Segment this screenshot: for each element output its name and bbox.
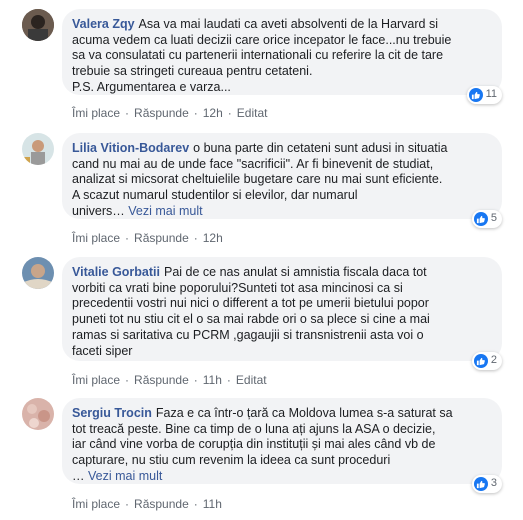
reaction-count[interactable]: 5 xyxy=(471,210,502,228)
reaction-number: 2 xyxy=(490,354,497,367)
reaction-number: 5 xyxy=(490,212,497,225)
reply-link[interactable]: Răspunde xyxy=(134,106,189,120)
comment-text: acuma vedem ca luati decizii care orice … xyxy=(72,32,452,47)
comment-text: Pai de ce nas anulat si amnistia fiscala… xyxy=(164,265,427,279)
separator-dot: · xyxy=(125,373,130,387)
comment-text: univers… xyxy=(72,203,125,218)
comment-text: puneti tot nu stiu cit el o sa mai rabde… xyxy=(72,312,430,327)
avatar[interactable] xyxy=(22,257,54,289)
separator-dot: · xyxy=(193,373,198,387)
separator-dot: · xyxy=(125,231,130,245)
reaction-count[interactable]: 11 xyxy=(466,86,502,104)
edited-label[interactable]: Editat xyxy=(237,106,268,120)
comment-text: precedentii vostri nui nici o different … xyxy=(72,296,429,311)
like-link[interactable]: Îmi place xyxy=(72,231,120,245)
like-link[interactable]: Îmi place xyxy=(72,106,120,120)
thumbs-up-icon xyxy=(473,354,488,368)
reaction-count[interactable]: 2 xyxy=(471,352,502,370)
thumbs-up-icon xyxy=(468,88,483,102)
comment-actions: Îmi place · Răspunde · 11h · Editat xyxy=(72,373,267,387)
comment-text: Asa va mai laudati ca aveti absolventi d… xyxy=(138,17,439,31)
comment-actions: Îmi place · Răspunde · 12h xyxy=(72,231,223,245)
comment-bubble: Valera Zqy Asa va mai laudati ca aveti ab… xyxy=(62,9,502,104)
timestamp[interactable]: 12h xyxy=(203,231,223,245)
like-link[interactable]: Îmi place xyxy=(72,373,120,387)
reply-link[interactable]: Răspunde xyxy=(134,497,189,511)
see-more-link[interactable]: Vezi mai mult xyxy=(128,204,202,218)
reply-link[interactable]: Răspunde xyxy=(134,373,189,387)
avatar-photo-icon xyxy=(22,9,54,41)
separator-dot: · xyxy=(227,106,232,120)
comment-author[interactable]: Valera Zqy xyxy=(72,17,135,31)
comment-text: … xyxy=(72,468,85,483)
reaction-number: 3 xyxy=(490,477,497,490)
thumbs-up-icon xyxy=(473,212,488,226)
comment-text: o buna parte din cetateni sunt adusi in … xyxy=(193,141,448,155)
reaction-count[interactable]: 3 xyxy=(471,475,502,493)
separator-dot: · xyxy=(125,497,130,511)
thumbs-up-icon xyxy=(473,477,488,491)
comment-bubble: Vitalie Gorbatii Pai de ce nas anulat si … xyxy=(62,257,502,370)
separator-dot: · xyxy=(193,106,198,120)
comment-author[interactable]: Sergiu Trocin xyxy=(72,406,152,420)
comment-text: Faza e ca într-o țară ca Moldova lumea s… xyxy=(155,406,453,420)
comment-text: trebuie sa stringeti cureaua pentru ceta… xyxy=(72,64,313,79)
comment-text: iar când vine vorba de corupția din inst… xyxy=(72,437,436,452)
comment-text: tot treacă peste. Bine ca timp de o luna… xyxy=(72,421,436,436)
comment-text: P.S. Argumentarea e varza... xyxy=(72,79,231,94)
comment-actions: Îmi place · Răspunde · 12h · Editat xyxy=(72,106,267,120)
avatar[interactable] xyxy=(22,133,54,165)
separator-dot: · xyxy=(193,497,198,511)
separator-dot: · xyxy=(193,231,198,245)
avatar-photo-icon xyxy=(22,398,54,430)
reply-link[interactable]: Răspunde xyxy=(134,231,189,245)
comment-text: sa va consulatati cu partenerii internat… xyxy=(72,48,444,63)
comment-author[interactable]: Lilia Vition-Bodarev xyxy=(72,141,189,155)
separator-dot: · xyxy=(125,106,130,120)
avatar[interactable] xyxy=(22,9,54,41)
comment-text: ramas si saritativa cu PCRM ,gagaujii si… xyxy=(72,327,424,342)
comment-text: faceti siper xyxy=(72,343,133,358)
comment-text: A scazut numarul studentilor si elevilor… xyxy=(72,188,358,203)
comment-actions: Îmi place · Răspunde · 11h xyxy=(72,497,222,511)
comment-text: capturare, nu stiu cum revenim la ideea … xyxy=(72,453,391,468)
timestamp[interactable]: 11h xyxy=(203,497,222,511)
separator-dot: · xyxy=(226,373,231,387)
comment-text: vorbiti ca vrati bine poporului?Sunteti … xyxy=(72,280,403,295)
avatar[interactable] xyxy=(22,398,54,430)
timestamp[interactable]: 11h xyxy=(203,373,222,387)
like-link[interactable]: Îmi place xyxy=(72,497,120,511)
timestamp[interactable]: 12h xyxy=(203,106,223,120)
avatar-photo-icon xyxy=(22,133,54,165)
avatar-photo-icon xyxy=(22,257,54,289)
edited-label[interactable]: Editat xyxy=(236,373,267,387)
comment-text: cand nu mai au de unde face "sacrificii"… xyxy=(72,156,434,171)
comment-bubble: Sergiu Trocin Faza e ca într-o țară ca Mo… xyxy=(62,398,502,493)
reaction-number: 11 xyxy=(485,88,497,101)
comment-text: analizat si micsorat cheltuielile bugeta… xyxy=(72,172,443,187)
comment-bubble: Lilia Vition-Bodarev o buna parte din cet… xyxy=(62,133,502,228)
comment-author[interactable]: Vitalie Gorbatii xyxy=(72,265,160,279)
see-more-link[interactable]: Vezi mai mult xyxy=(88,469,162,483)
